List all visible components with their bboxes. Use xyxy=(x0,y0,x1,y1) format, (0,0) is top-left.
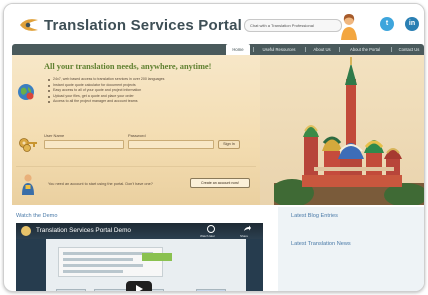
video-header-bar: Translation Services Portal Demo Watch l… xyxy=(16,223,263,239)
feature-item: Access to all the project manager and ac… xyxy=(48,99,248,105)
video-screen-panel xyxy=(58,247,163,277)
watch-later-label: Watch later xyxy=(200,234,216,238)
video-screen-button xyxy=(196,289,226,291)
username-input[interactable] xyxy=(44,140,124,149)
share-label: Share xyxy=(240,234,249,238)
nav-separator xyxy=(391,47,392,52)
video-screen-highlight xyxy=(142,253,172,261)
latest-blog-heading[interactable]: Latest Blog Entries xyxy=(291,213,338,219)
password-input[interactable] xyxy=(128,140,214,149)
support-agent-icon[interactable] xyxy=(340,12,358,40)
video-screen-button xyxy=(94,289,128,291)
share-icon[interactable] xyxy=(243,225,251,233)
feature-list: 24x7, web based access to translation se… xyxy=(48,77,248,105)
nav-item-useful-resources[interactable]: Useful Resources xyxy=(256,44,302,55)
password-label: Password xyxy=(128,133,146,138)
cathedral-photo xyxy=(274,57,424,205)
video-title[interactable]: Translation Services Portal Demo xyxy=(36,227,131,234)
video-screen-row xyxy=(63,258,133,261)
nav-separator xyxy=(253,47,254,52)
latest-news-heading[interactable]: Latest Translation News xyxy=(291,241,351,247)
keys-icon xyxy=(19,138,37,152)
watch-demo-heading: Watch the Demo xyxy=(16,213,58,219)
nav-item-about-us[interactable]: About Us xyxy=(308,44,336,55)
video-channel-icon[interactable] xyxy=(21,226,31,236)
video-screen-row xyxy=(63,252,153,255)
nav-separator xyxy=(305,47,306,52)
create-account-button[interactable]: Create an account now! xyxy=(190,178,250,188)
person-icon xyxy=(22,174,34,195)
site-logo-text[interactable]: Translation Services Portal xyxy=(44,17,242,34)
account-prompt-text: You need an account to start using the p… xyxy=(48,182,153,186)
hero-banner: All your translation needs, anywhere, an… xyxy=(12,55,424,205)
sidebar-panel xyxy=(278,207,424,291)
linkedin-icon[interactable]: in xyxy=(405,17,419,31)
video-screen-row xyxy=(63,264,143,267)
chat-with-professional-link[interactable]: Chat with a Translation Professional xyxy=(244,19,342,32)
username-label: User Name xyxy=(44,133,65,138)
video-screen-row xyxy=(63,270,123,273)
nav-separator xyxy=(339,47,340,52)
play-button[interactable] xyxy=(126,281,152,291)
hero-divider xyxy=(16,166,256,167)
nav-item-home[interactable]: Home xyxy=(226,44,250,55)
nav-item-about-the-portal[interactable]: About the Portal xyxy=(342,44,388,55)
sign-in-button[interactable]: Sign In xyxy=(218,140,240,149)
nav-item-contact-us[interactable]: Contact Us xyxy=(394,44,424,55)
site-header: Translation Services Portal Chat with a … xyxy=(4,4,424,44)
watch-later-icon[interactable] xyxy=(207,225,215,233)
video-screen-button xyxy=(56,289,86,291)
globe-icon xyxy=(18,84,34,100)
twitter-icon[interactable]: t xyxy=(380,17,394,31)
play-icon xyxy=(136,285,143,291)
portal-logo-icon[interactable] xyxy=(18,16,40,34)
browser-frame: Translation Services Portal Chat with a … xyxy=(3,3,425,292)
hero-title: All your translation needs, anywhere, an… xyxy=(44,62,212,71)
main-nav: Home Useful Resources About Us About the… xyxy=(12,44,424,55)
